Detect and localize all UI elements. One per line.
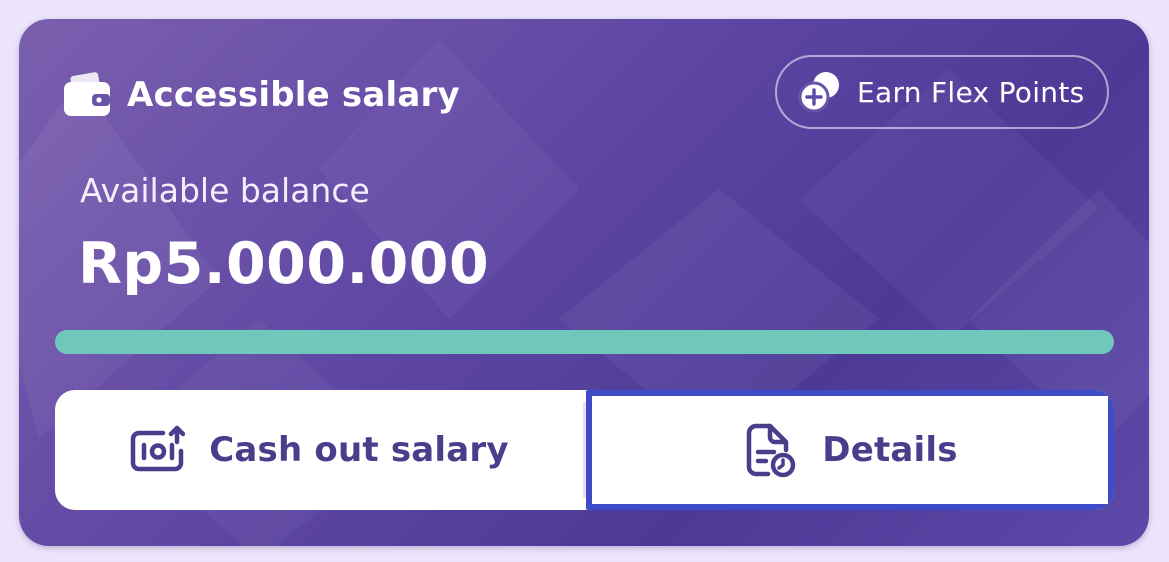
cash-out-salary-button[interactable]: Cash out salary [55, 390, 583, 510]
coins-plus-icon [797, 69, 843, 115]
card-title: Accessible salary [127, 75, 460, 115]
balance-progress-fill [55, 330, 1114, 354]
details-label: Details [822, 430, 958, 470]
details-button[interactable]: Details [586, 390, 1114, 510]
action-bar: Cash out salary Details [55, 390, 1114, 510]
balance-progress-bar [55, 330, 1114, 354]
available-balance-label: Available balance [80, 171, 370, 210]
earn-flex-points-label: Earn Flex Points [857, 75, 1085, 109]
document-clock-icon [742, 422, 798, 478]
cash-out-icon [129, 422, 186, 478]
available-balance-value: Rp5.000.000 [78, 231, 490, 297]
cash-out-salary-label: Cash out salary [209, 430, 509, 470]
wallet-icon [61, 69, 113, 121]
earn-flex-points-button[interactable]: Earn Flex Points [775, 55, 1109, 129]
accessible-salary-card: Accessible salary Earn Flex Points Avail… [19, 19, 1149, 546]
card-header: Accessible salary [61, 69, 460, 121]
